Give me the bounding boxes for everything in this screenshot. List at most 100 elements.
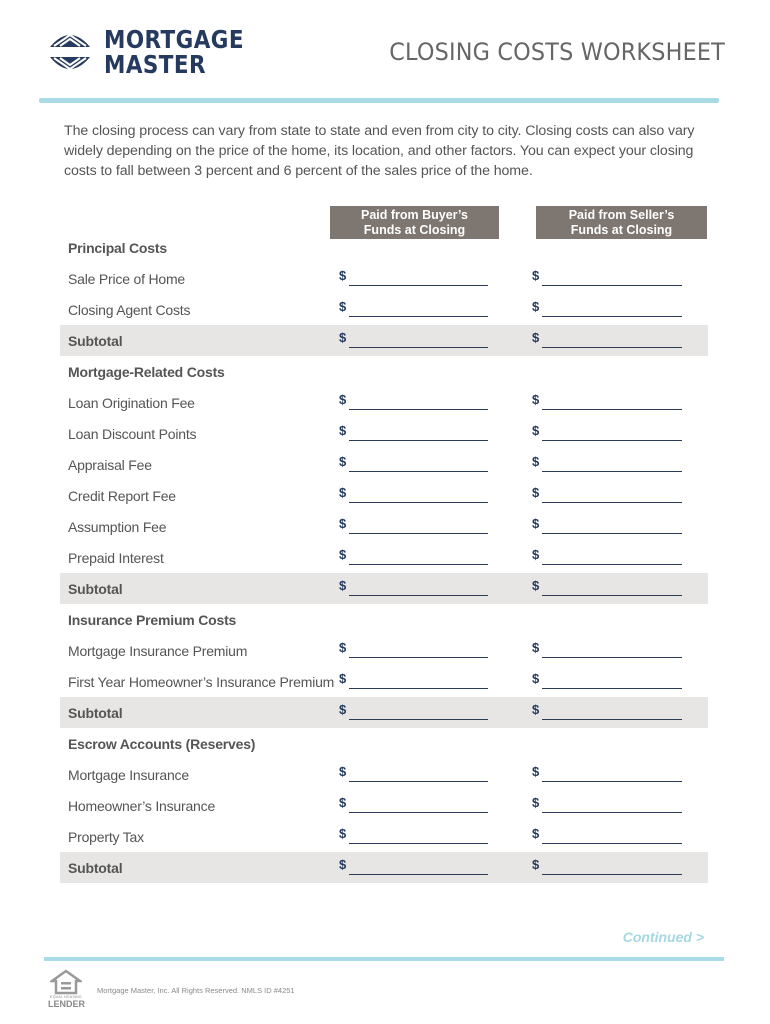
seller-amount-input[interactable]	[542, 580, 683, 596]
line-item: Credit Report Fee $ $	[60, 480, 708, 511]
dollar-sign: $	[339, 671, 347, 686]
line-item: Loan Origination Fee $ $	[60, 387, 708, 418]
seller-amount-field: $	[532, 855, 683, 875]
dollar-sign: $	[532, 268, 540, 283]
seller-amount-field: $	[532, 576, 683, 596]
section-heading: Insurance Premium Costs	[60, 604, 708, 635]
buyer-amount-input[interactable]	[349, 642, 489, 658]
subtotal-row-label: Subtotal	[68, 705, 123, 721]
seller-amount-input[interactable]	[542, 642, 683, 658]
section-heading-label: Principal Costs	[68, 240, 167, 256]
line-item: Homeowner’s Insurance $ $	[60, 790, 708, 821]
buyer-amount-field: $	[339, 297, 489, 317]
buyer-amount-input[interactable]	[349, 580, 489, 596]
line-item: Sale Price of Home $ $	[60, 263, 708, 294]
seller-amount-field: $	[532, 669, 683, 689]
section-heading: Mortgage-Related Costs	[60, 356, 708, 387]
dollar-sign: $	[532, 826, 540, 841]
buyer-amount-input[interactable]	[349, 549, 489, 565]
dollar-sign: $	[339, 330, 347, 345]
seller-amount-input[interactable]	[542, 673, 683, 689]
continued-link[interactable]: Continued >	[623, 929, 704, 945]
section-heading: Escrow Accounts (Reserves)	[60, 728, 708, 759]
dollar-sign: $	[339, 268, 347, 283]
line-item-label: Mortgage Insurance Premium	[68, 643, 248, 659]
subtotal-row: Subtotal $ $	[60, 573, 708, 604]
seller-amount-input[interactable]	[542, 456, 683, 472]
seller-amount-input[interactable]	[542, 828, 683, 844]
seller-amount-field: $	[532, 266, 683, 286]
buyer-amount-input[interactable]	[349, 859, 489, 875]
buyer-amount-field: $	[339, 421, 489, 441]
dollar-sign: $	[339, 516, 347, 531]
dollar-sign: $	[532, 795, 540, 810]
equal-housing-lender-badge: EQUAL HOUSING LENDER	[48, 969, 86, 1009]
buyer-amount-input[interactable]	[349, 425, 489, 441]
dollar-sign: $	[532, 671, 540, 686]
seller-amount-input[interactable]	[542, 301, 683, 317]
dollar-sign: $	[339, 857, 347, 872]
buyer-amount-input[interactable]	[349, 301, 489, 317]
buyer-amount-input[interactable]	[349, 270, 489, 286]
line-item: Loan Discount Points $ $	[60, 418, 708, 449]
buyer-amount-field: $	[339, 390, 489, 410]
seller-amount-field: $	[532, 700, 683, 720]
seller-amount-field: $	[532, 297, 683, 317]
seller-amount-input[interactable]	[542, 797, 683, 813]
buyer-amount-field: $	[339, 514, 489, 534]
dollar-sign: $	[532, 392, 540, 407]
intro-paragraph: The closing process can vary from state …	[64, 123, 695, 179]
lender-text: LENDER	[48, 999, 86, 1009]
buyer-amount-field: $	[339, 483, 489, 503]
column-header-buyer-line1: Paid from Buyer’s	[361, 208, 468, 222]
header-divider	[39, 98, 719, 103]
line-item: Mortgage Insurance $ $	[60, 759, 708, 790]
buyer-amount-field: $	[339, 328, 489, 348]
dollar-sign: $	[532, 764, 540, 779]
buyer-amount-input[interactable]	[349, 766, 489, 782]
buyer-amount-field: $	[339, 638, 489, 658]
buyer-amount-input[interactable]	[349, 487, 489, 503]
seller-amount-input[interactable]	[542, 270, 683, 286]
buyer-amount-input[interactable]	[349, 673, 489, 689]
section-heading: Principal Costs	[60, 232, 708, 263]
dollar-sign: $	[339, 485, 347, 500]
buyer-amount-input[interactable]	[349, 518, 489, 534]
dollar-sign: $	[532, 299, 540, 314]
buyer-amount-field: $	[339, 266, 489, 286]
dollar-sign: $	[339, 299, 347, 314]
column-header-seller-line1: Paid from Seller’s	[568, 208, 675, 222]
buyer-amount-input[interactable]	[349, 332, 489, 348]
document-title: CLOSING COSTS WORKSHEET	[389, 38, 725, 66]
line-item-label: Appraisal Fee	[68, 457, 152, 473]
dollar-sign: $	[532, 578, 540, 593]
line-item: Property Tax $ $	[60, 821, 708, 852]
seller-amount-input[interactable]	[542, 487, 683, 503]
buyer-amount-field: $	[339, 793, 489, 813]
dollar-sign: $	[532, 454, 540, 469]
buyer-amount-input[interactable]	[349, 394, 489, 410]
seller-amount-input[interactable]	[542, 549, 683, 565]
buyer-amount-input[interactable]	[349, 797, 489, 813]
buyer-amount-input[interactable]	[349, 704, 489, 720]
line-item-label: Credit Report Fee	[68, 488, 176, 504]
line-item-label: Closing Agent Costs	[68, 302, 191, 318]
buyer-amount-input[interactable]	[349, 456, 489, 472]
seller-amount-input[interactable]	[542, 394, 683, 410]
seller-amount-field: $	[532, 638, 683, 658]
seller-amount-input[interactable]	[542, 704, 683, 720]
buyer-amount-input[interactable]	[349, 828, 489, 844]
dollar-sign: $	[339, 547, 347, 562]
seller-amount-input[interactable]	[542, 332, 683, 348]
line-item: Prepaid Interest $ $	[60, 542, 708, 573]
line-item: Closing Agent Costs $ $	[60, 294, 708, 325]
seller-amount-input[interactable]	[542, 859, 683, 875]
seller-amount-input[interactable]	[542, 766, 683, 782]
dollar-sign: $	[339, 454, 347, 469]
subtotal-row-label: Subtotal	[68, 860, 123, 876]
seller-amount-field: $	[532, 483, 683, 503]
seller-amount-input[interactable]	[542, 518, 683, 534]
seller-amount-input[interactable]	[542, 425, 683, 441]
dollar-sign: $	[339, 826, 347, 841]
line-item-label: First Year Homeowner’s Insurance Premium	[68, 674, 335, 690]
